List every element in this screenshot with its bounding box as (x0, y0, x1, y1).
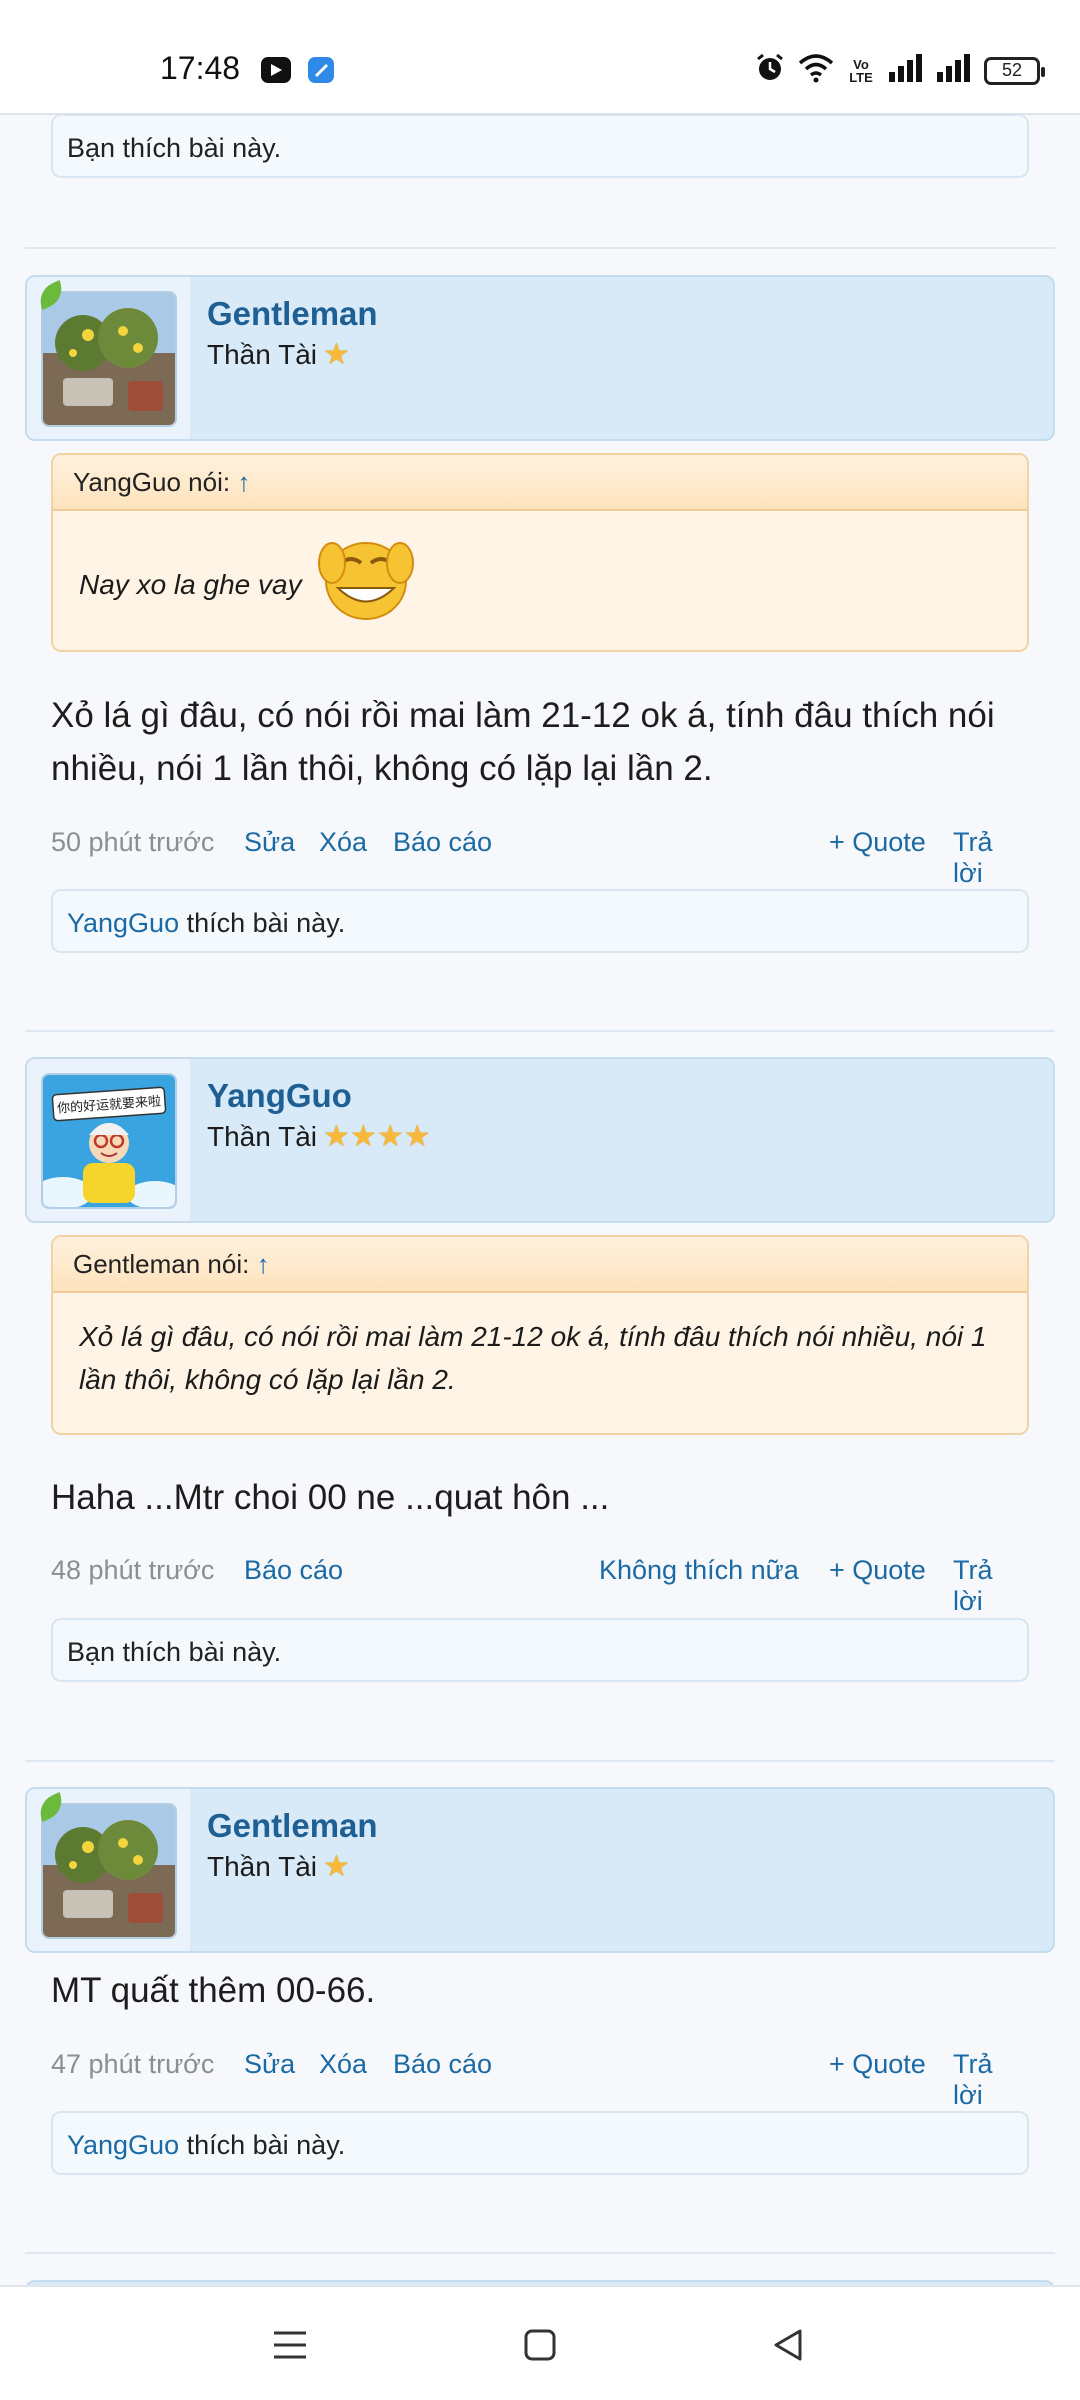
post-body: MT quất thêm 00-66. (51, 1971, 376, 2010)
user-rank: Thần Tài ★ ★ ★ ★ (207, 1120, 431, 1153)
post-body: Haha ...Mtr choi 00 ne ...quat hôn ... (51, 1478, 610, 1517)
edit-button[interactable]: Sửa (244, 2049, 295, 2080)
laughing-emoji-icon (316, 533, 426, 635)
like-status: YangGuo thích bài này. (51, 2111, 1029, 2175)
unlike-button[interactable]: Không thích nữa (599, 1555, 799, 1586)
like-status: Bạn thích bài này. (51, 1618, 1029, 1682)
user-name[interactable]: Gentleman (207, 1807, 378, 1845)
system-nav-bar (0, 2285, 1080, 2400)
delete-button[interactable]: Xóa (319, 827, 367, 858)
star-icon: ★ (403, 1120, 431, 1153)
liker-link[interactable]: YangGuo (67, 908, 179, 938)
user-name[interactable]: YangGuo (207, 1077, 352, 1115)
app-icon-2 (306, 55, 336, 90)
divider (25, 2252, 1055, 2254)
quote-block: YangGuo nói: ↑ Nay xo la ghe vay (51, 453, 1029, 652)
reply-button[interactable]: Trả lời (953, 2049, 1029, 2111)
quote-header: YangGuo nói: ↑ (53, 455, 1027, 511)
star-icon: ★ (349, 1120, 377, 1153)
quote-header: Gentleman nói: ↑ (53, 1237, 1027, 1293)
wifi-icon (798, 53, 834, 88)
edit-button[interactable]: Sửa (244, 827, 295, 858)
liker-link[interactable]: YangGuo (67, 2130, 179, 2160)
status-icons: Vo LTE 52 (754, 52, 1045, 89)
signal-icon (888, 54, 924, 87)
battery-icon: 52 (984, 56, 1045, 85)
post-time: 50 phút trước (51, 827, 215, 857)
avatar[interactable] (41, 1803, 177, 1939)
quote-button[interactable]: + Quote (829, 2049, 926, 2080)
volte-icon: Vo LTE (849, 56, 873, 85)
post-body: Xỏ lá gì đâu, có nói rồi mai làm 21-12 o… (51, 696, 995, 788)
quote-jump-arrow-icon[interactable]: ↑ (257, 1249, 270, 1279)
like-status: Bạn thích bài này. (51, 115, 1029, 178)
avatar[interactable] (41, 291, 177, 427)
signal-icon-2 (936, 54, 972, 87)
user-rank: Thần Tài ★ (207, 338, 350, 371)
quote-block: Gentleman nói: ↑ Xỏ lá gì đâu, có nói rồ… (51, 1235, 1029, 1435)
star-icon: ★ (323, 338, 350, 371)
post-actions: 47 phút trước Sửa Xóa Báo cáo + Quote Tr… (51, 2049, 1029, 2110)
divider (25, 1030, 1055, 1032)
menu-icon[interactable] (230, 2287, 350, 2400)
quote-button[interactable]: + Quote (829, 1555, 926, 1586)
user-rank: Thần Tài ★ (207, 1850, 350, 1883)
reply-button[interactable]: Trả lời (953, 827, 1029, 889)
rank-stars: ★ ★ ★ ★ (323, 1122, 431, 1152)
status-bar: 17:48 Vo LTE 52 (0, 0, 1080, 115)
status-time: 17:48 (160, 50, 241, 86)
user-card: Gentleman Thần Tài ★ (25, 275, 1055, 441)
quote-button[interactable]: + Quote (829, 827, 926, 858)
back-icon[interactable] (728, 2287, 848, 2400)
post-feed[interactable]: Bạn thích bài này. Gentleman Thần Tài ★ (0, 115, 1080, 2285)
divider (25, 247, 1055, 249)
post-actions: 50 phút trước Sửa Xóa Báo cáo + Quote Tr… (51, 827, 1029, 888)
report-button[interactable]: Báo cáo (393, 2049, 492, 2080)
star-icon: ★ (323, 1120, 350, 1153)
divider (25, 1760, 1055, 1762)
delete-button[interactable]: Xóa (319, 2049, 367, 2080)
user-name[interactable]: Gentleman (207, 295, 378, 333)
quote-text: Xỏ lá gì đâu, có nói rồi mai làm 21-12 o… (79, 1321, 987, 1395)
user-card: 你的好运就要来啦 YangGuo Thần Tài ★ ★ ★ ★ (25, 1057, 1055, 1223)
rank-stars: ★ (323, 1852, 350, 1882)
quote-text: Nay xo la ghe vay (79, 568, 302, 600)
quote-jump-arrow-icon[interactable]: ↑ (237, 467, 250, 497)
reply-button[interactable]: Trả lời (953, 1555, 1029, 1617)
star-icon: ★ (323, 1850, 350, 1883)
post-time: 47 phút trước (51, 2049, 215, 2079)
home-icon[interactable] (480, 2287, 600, 2400)
alarm-icon (754, 52, 786, 89)
avatar[interactable]: 你的好运就要来啦 (41, 1073, 177, 1209)
report-button[interactable]: Báo cáo (244, 1555, 343, 1586)
app-icon-1 (260, 55, 292, 90)
star-icon: ★ (376, 1120, 404, 1153)
user-card: Gentleman Thần Tài ★ (25, 1787, 1055, 1953)
post-time: 48 phút trước (51, 1555, 215, 1585)
report-button[interactable]: Báo cáo (393, 827, 492, 858)
post-actions: 48 phút trước Báo cáo Không thích nữa + … (51, 1555, 1029, 1616)
rank-stars: ★ (323, 340, 350, 370)
like-status: YangGuo thích bài này. (51, 889, 1029, 953)
